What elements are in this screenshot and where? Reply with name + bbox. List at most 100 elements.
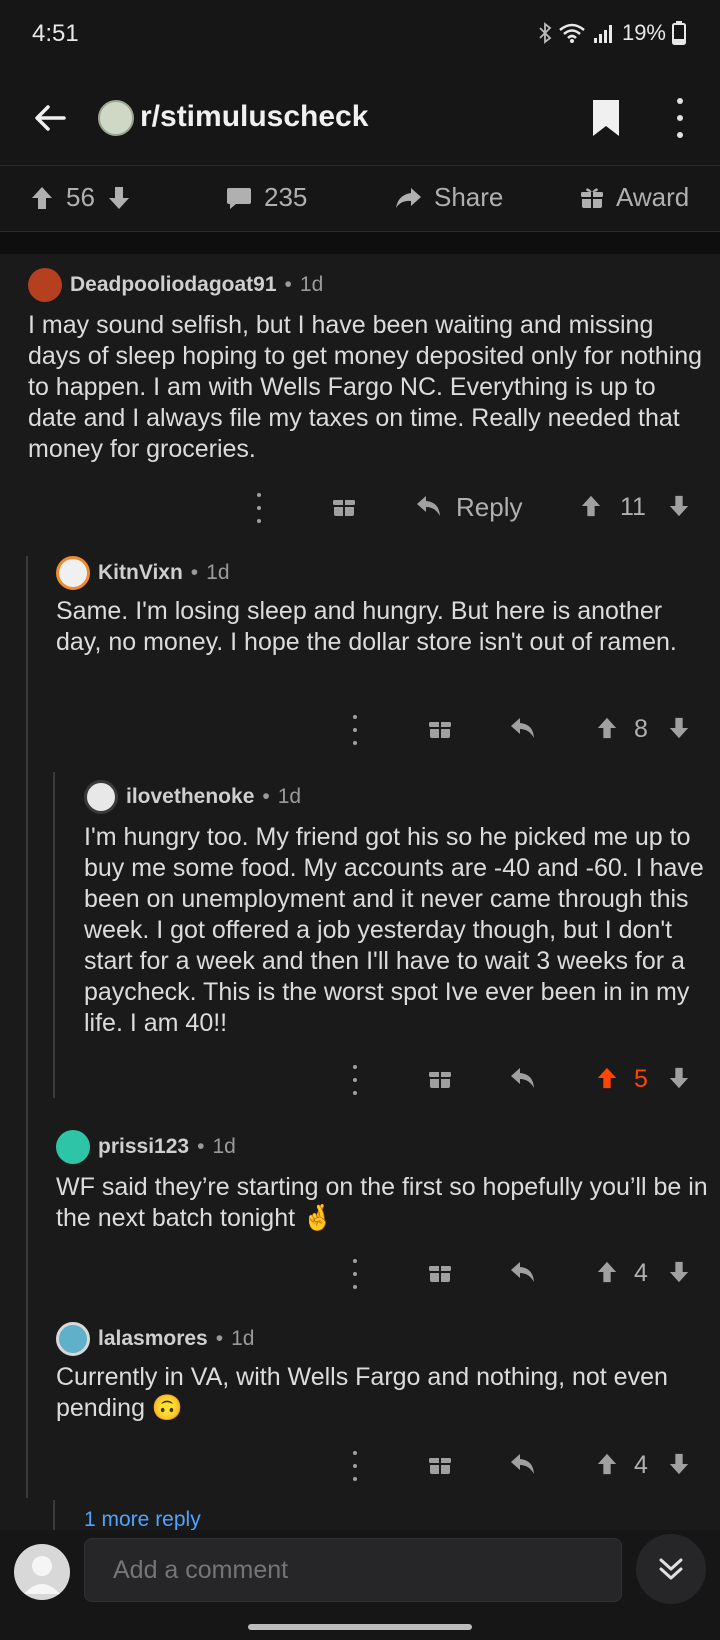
reply-icon[interactable] — [510, 716, 536, 740]
comment-age: 1d — [212, 1135, 236, 1158]
award-button[interactable]: Award — [580, 182, 689, 213]
user-avatar[interactable] — [56, 1322, 90, 1356]
gift-icon — [581, 187, 603, 208]
comment-icon — [227, 187, 251, 209]
upvote-icon[interactable] — [580, 494, 602, 518]
comment-body: WF said they’re starting on the first so… — [56, 1173, 708, 1232]
downvote-icon[interactable] — [668, 1452, 690, 1476]
signal-icon — [593, 25, 612, 43]
reply-icon[interactable] — [510, 1066, 536, 1090]
user-avatar[interactable] — [28, 268, 62, 302]
status-bar: 4:51 19% — [0, 0, 720, 70]
battery-icon — [672, 21, 686, 45]
comment-body: I'm hungry too. My friend got his so he … — [84, 823, 704, 1037]
comment-username[interactable]: ilovethenoke — [126, 785, 254, 809]
reply-icon[interactable] — [416, 494, 442, 518]
comment-header: prissi123 • 1d — [56, 1130, 236, 1164]
user-avatar[interactable] — [84, 780, 118, 814]
home-indicator — [248, 1624, 472, 1630]
upvote-icon[interactable] — [596, 716, 618, 740]
comment-actions: 4 — [0, 1256, 720, 1292]
comment-header: Deadpooliodagoat91 • 1d — [28, 268, 323, 302]
downvote-icon[interactable] — [668, 716, 690, 740]
reply-icon[interactable] — [510, 1260, 536, 1284]
comment-more-button[interactable] — [350, 1065, 360, 1095]
award-label: Award — [616, 182, 690, 212]
comment-body: Currently in VA, with Wells Fargo and no… — [56, 1363, 668, 1422]
upvote-icon[interactable] — [596, 1452, 618, 1476]
upvote-icon-active[interactable] — [596, 1066, 618, 1090]
gift-icon[interactable] — [428, 1066, 452, 1090]
more-replies-link[interactable]: 1 more reply — [84, 1508, 201, 1532]
comment-more-button[interactable] — [350, 1451, 360, 1481]
comment-header: KitnVixn • 1d — [56, 556, 230, 590]
comment-actions: 4 — [0, 1448, 720, 1484]
add-comment-input[interactable] — [84, 1538, 622, 1602]
comment-body: I may sound selfish, but I have been wai… — [28, 311, 703, 463]
comment-composer-bar — [0, 1530, 720, 1640]
user-avatar[interactable] — [56, 1130, 90, 1164]
comment-age: 1d — [277, 785, 302, 808]
overflow-menu-button[interactable] — [668, 98, 692, 138]
user-silhouette-icon — [24, 1556, 60, 1594]
comment-dot: • — [190, 561, 199, 584]
downvote-icon[interactable] — [668, 1066, 690, 1090]
subreddit-name[interactable]: r/stimuluscheck — [140, 100, 368, 134]
comment-header: lalasmores • 1d — [56, 1322, 254, 1356]
section-divider — [0, 232, 720, 254]
comment-vote-count: 11 — [620, 493, 646, 521]
bookmark-icon[interactable] — [590, 98, 622, 138]
comment-username[interactable]: Deadpooliodagoat91 — [70, 273, 277, 297]
comment-dot: • — [215, 1327, 224, 1350]
gift-icon[interactable] — [428, 716, 452, 740]
reply-button[interactable]: Reply — [456, 492, 522, 523]
thread-line — [53, 1500, 55, 1530]
comment-dot: • — [284, 273, 292, 296]
comment-username[interactable]: KitnVixn — [98, 561, 183, 585]
post-comment-count: 235 — [264, 182, 308, 212]
comment-actions: 5 — [0, 1062, 720, 1098]
post-actions-bar: 56 235 Share Award — [0, 166, 720, 232]
subreddit-avatar[interactable] — [98, 100, 134, 136]
gift-icon[interactable] — [428, 1260, 452, 1284]
comment-more-button[interactable] — [350, 715, 360, 745]
downvote-icon[interactable] — [668, 1260, 690, 1284]
comment-vote-count: 4 — [634, 1259, 648, 1287]
share-button[interactable]: Share — [394, 182, 503, 213]
user-avatar[interactable] — [56, 556, 90, 590]
current-user-avatar[interactable] — [14, 1544, 70, 1600]
reply-icon[interactable] — [510, 1452, 536, 1476]
thread-line — [53, 772, 55, 1098]
comment-vote-count: 5 — [634, 1065, 648, 1093]
comment-vote-count: 8 — [634, 715, 648, 743]
double-chevron-down-icon — [659, 1558, 683, 1580]
comment-age: 1d — [206, 561, 230, 584]
gift-icon[interactable] — [332, 494, 356, 518]
next-comment-button[interactable] — [636, 1534, 706, 1604]
comment-username[interactable]: prissi123 — [98, 1135, 189, 1159]
battery-percent: 19% — [621, 20, 666, 45]
downvote-icon[interactable] — [107, 185, 131, 211]
gift-icon[interactable] — [428, 1452, 452, 1476]
post-vote-count: 56 — [66, 182, 95, 212]
upvote-icon[interactable] — [30, 185, 54, 211]
comment-more-button[interactable] — [254, 493, 264, 523]
comment-dot: • — [262, 785, 270, 808]
comment-header: ilovethenoke • 1d — [84, 780, 301, 814]
bluetooth-icon — [539, 22, 552, 44]
wifi-icon — [559, 23, 585, 43]
comment-more-button[interactable] — [350, 1259, 360, 1289]
share-arrow-icon — [396, 187, 421, 208]
post-comments-button[interactable]: 235 — [226, 182, 307, 213]
upvote-icon[interactable] — [596, 1260, 618, 1284]
downvote-icon[interactable] — [668, 494, 690, 518]
status-time: 4:51 — [32, 20, 79, 47]
comment-username[interactable]: lalasmores — [98, 1327, 208, 1351]
comment-age: 1d — [231, 1327, 255, 1350]
comment-dot: • — [197, 1135, 205, 1158]
comment-age: 1d — [299, 273, 324, 296]
share-label: Share — [434, 182, 504, 212]
back-arrow-icon[interactable] — [30, 98, 70, 138]
thread-line — [26, 556, 28, 1498]
post-vote-group: 56 — [30, 182, 131, 213]
